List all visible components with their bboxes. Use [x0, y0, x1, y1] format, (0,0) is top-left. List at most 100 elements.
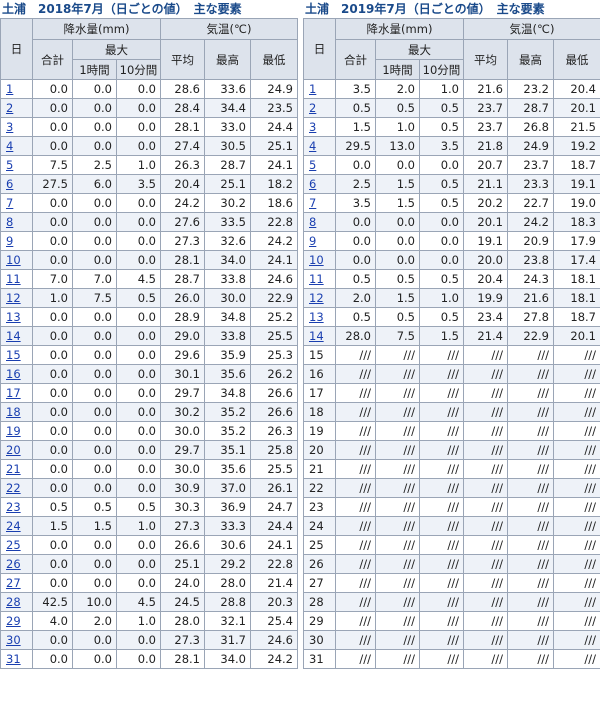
day-cell[interactable]: 1: [0, 79, 33, 99]
day-link[interactable]: 14: [6, 329, 21, 343]
day-link[interactable]: 16: [6, 367, 21, 381]
day-cell[interactable]: 9: [0, 231, 33, 251]
day-cell[interactable]: 16: [0, 364, 33, 384]
day-link[interactable]: 5: [6, 158, 13, 172]
day-cell[interactable]: 14: [303, 326, 336, 346]
day-link[interactable]: 8: [309, 215, 316, 229]
day-link[interactable]: 11: [6, 272, 21, 286]
day-cell[interactable]: 7: [303, 193, 336, 213]
day-cell[interactable]: 25: [0, 535, 33, 555]
day-link[interactable]: 9: [309, 234, 316, 248]
day-link[interactable]: 10: [309, 253, 324, 267]
day-cell[interactable]: 5: [0, 155, 33, 175]
day-link[interactable]: 26: [6, 557, 21, 571]
day-link[interactable]: 2: [6, 101, 13, 115]
day-link[interactable]: 13: [309, 310, 324, 324]
day-link[interactable]: 27: [6, 576, 21, 590]
day-link[interactable]: 6: [309, 177, 316, 191]
day-cell[interactable]: 29: [0, 611, 33, 631]
day-cell[interactable]: 4: [303, 136, 336, 156]
day-cell: 21: [303, 459, 336, 479]
day-link[interactable]: 31: [6, 652, 21, 666]
day-cell[interactable]: 20: [0, 440, 33, 460]
day-cell[interactable]: 22: [0, 478, 33, 498]
day-link[interactable]: 4: [6, 139, 13, 153]
day-link[interactable]: 8: [6, 215, 13, 229]
day-link[interactable]: 7: [6, 196, 13, 210]
day-cell[interactable]: 26: [0, 554, 33, 574]
day-cell[interactable]: 14: [0, 326, 33, 346]
day-cell[interactable]: 12: [0, 288, 33, 308]
day-link[interactable]: 13: [6, 310, 21, 324]
day-cell[interactable]: 11: [303, 269, 336, 289]
day-cell[interactable]: 4: [0, 136, 33, 156]
day-link[interactable]: 12: [309, 291, 324, 305]
day-cell[interactable]: 5: [303, 155, 336, 175]
day-cell[interactable]: 18: [0, 402, 33, 422]
day-cell[interactable]: 8: [0, 212, 33, 232]
day-cell[interactable]: 15: [0, 345, 33, 365]
day-link[interactable]: 1: [6, 82, 13, 96]
day-cell[interactable]: 8: [303, 212, 336, 232]
day-cell[interactable]: 6: [0, 174, 33, 194]
day-cell[interactable]: 2: [303, 98, 336, 118]
day-cell[interactable]: 2: [0, 98, 33, 118]
day-link[interactable]: 30: [6, 633, 21, 647]
day-link[interactable]: 10: [6, 253, 21, 267]
day-link[interactable]: 19: [6, 424, 21, 438]
day-link[interactable]: 9: [6, 234, 13, 248]
day-link[interactable]: 21: [6, 462, 21, 476]
day-link[interactable]: 25: [6, 538, 21, 552]
day-cell[interactable]: 28: [0, 592, 33, 612]
precip-max-1hour-cell: ///: [375, 440, 420, 460]
precip-max-10min-cell: 1.0: [116, 155, 161, 175]
precip-max-10min-cell: ///: [419, 630, 464, 650]
day-link[interactable]: 29: [6, 614, 21, 628]
day-cell[interactable]: 9: [303, 231, 336, 251]
day-link[interactable]: 1: [309, 82, 316, 96]
day-link[interactable]: 23: [6, 500, 21, 514]
temp-high-cell: ///: [507, 440, 554, 460]
day-link[interactable]: 17: [6, 386, 21, 400]
day-link[interactable]: 18: [6, 405, 21, 419]
day-cell[interactable]: 3: [303, 117, 336, 137]
temp-average-cell: 21.6: [463, 79, 508, 99]
day-cell[interactable]: 13: [0, 307, 33, 327]
day-link[interactable]: 14: [309, 329, 324, 343]
day-link[interactable]: 20: [6, 443, 21, 457]
day-cell[interactable]: 13: [303, 307, 336, 327]
day-cell[interactable]: 10: [0, 250, 33, 270]
day-link[interactable]: 6: [6, 177, 13, 191]
day-link[interactable]: 7: [309, 196, 316, 210]
day-cell[interactable]: 24: [0, 516, 33, 536]
temp-high-cell: ///: [507, 630, 554, 650]
day-cell[interactable]: 7: [0, 193, 33, 213]
day-link[interactable]: 5: [309, 158, 316, 172]
day-link[interactable]: 3: [6, 120, 13, 134]
day-cell[interactable]: 3: [0, 117, 33, 137]
day-link[interactable]: 15: [6, 348, 21, 362]
day-cell[interactable]: 23: [0, 497, 33, 517]
day-cell[interactable]: 12: [303, 288, 336, 308]
day-link[interactable]: 28: [6, 595, 21, 609]
day-cell[interactable]: 19: [0, 421, 33, 441]
day-cell[interactable]: 1: [303, 79, 336, 99]
day-cell[interactable]: 31: [0, 649, 33, 669]
day-link[interactable]: 11: [309, 272, 324, 286]
day-link[interactable]: 24: [6, 519, 21, 533]
precip-max-1hour-cell: ///: [375, 364, 420, 384]
day-link[interactable]: 22: [6, 481, 21, 495]
day-link[interactable]: 12: [6, 291, 21, 305]
temp-low-cell: 25.2: [250, 307, 298, 327]
day-cell[interactable]: 21: [0, 459, 33, 479]
day-cell[interactable]: 27: [0, 573, 33, 593]
precip-max-1hour-cell: 0.0: [72, 440, 117, 460]
day-link[interactable]: 2: [309, 101, 316, 115]
day-cell[interactable]: 11: [0, 269, 33, 289]
day-link[interactable]: 4: [309, 139, 316, 153]
day-cell[interactable]: 10: [303, 250, 336, 270]
day-link[interactable]: 3: [309, 120, 316, 134]
day-cell[interactable]: 17: [0, 383, 33, 403]
day-cell[interactable]: 6: [303, 174, 336, 194]
day-cell[interactable]: 30: [0, 630, 33, 650]
